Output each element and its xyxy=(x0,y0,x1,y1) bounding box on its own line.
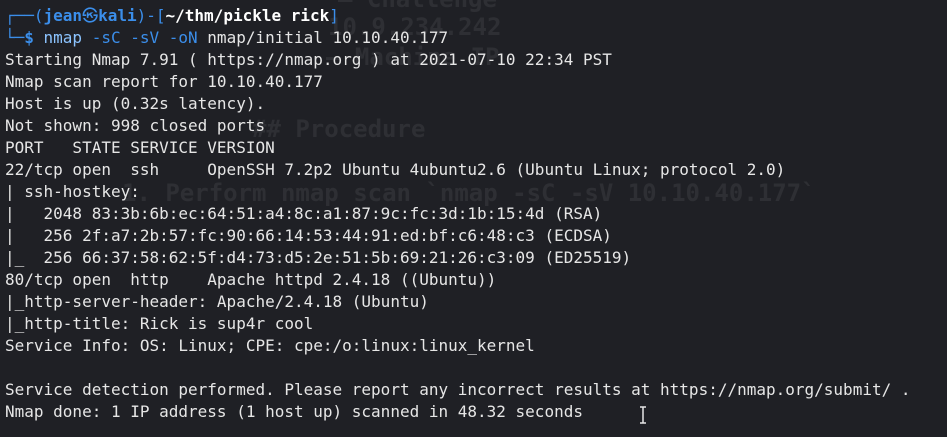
prompt-dollar: $ xyxy=(24,28,44,47)
command-args: nmap/initial 10.10.40.177 xyxy=(207,28,449,47)
output-line: |_http-title: Rick is sup4r cool xyxy=(5,314,314,333)
prompt-frame: └─ xyxy=(5,28,25,47)
output-line: 80/tcp open http Apache httpd 2.4.18 ((U… xyxy=(5,270,497,289)
prompt-frame: ┌──( xyxy=(5,6,44,25)
command-name: nmap xyxy=(43,28,83,47)
output-line: | ssh-hostkey: xyxy=(5,182,140,201)
output-line: PORT STATE SERVICE VERSION xyxy=(5,138,275,157)
output-line: |_http-server-header: Apache/2.4.18 (Ubu… xyxy=(5,292,429,311)
prompt-line-top: ┌──(jean㉿kali)-[~/thm/pickle rick] xyxy=(5,5,947,27)
output-line: Starting Nmap 7.91 ( https://nmap.org ) … xyxy=(5,50,612,69)
text-cursor-icon xyxy=(640,406,646,424)
output-line: | 2048 83:3b:6b:ec:64:51:a4:8c:a1:87:9c:… xyxy=(5,204,603,223)
prompt-frame: ] xyxy=(329,6,339,25)
output-line: 22/tcp open ssh OpenSSH 7.2p2 Ubuntu 4ub… xyxy=(5,160,786,179)
prompt-path: ~/thm/pickle rick xyxy=(165,6,330,25)
output-line: Nmap done: 1 IP address (1 host up) scan… xyxy=(5,402,583,421)
command-flags: -sC -sV -oN xyxy=(82,28,208,47)
prompt-line-command: └─$ nmap -sC -sV -oN nmap/initial 10.10.… xyxy=(5,27,947,49)
prompt-host: kali xyxy=(98,6,137,25)
terminal-output[interactable]: ┌──(jean㉿kali)-[~/thm/pickle rick] └─$ n… xyxy=(5,5,947,423)
terminal-window[interactable]: — Challenge 10.9.234.242 — Machine IP ##… xyxy=(0,0,947,437)
output-line: Nmap scan report for 10.10.40.177 xyxy=(5,72,323,91)
prompt-user: jean xyxy=(43,6,83,25)
output-line: |_ 256 66:37:58:62:5f:d4:73:d5:2e:51:5b:… xyxy=(5,248,632,267)
output-line: Not shown: 998 closed ports xyxy=(5,116,266,135)
output-line: Service Info: OS: Linux; CPE: cpe:/o:lin… xyxy=(5,336,535,355)
output-line: | 256 2f:a7:2b:57:fc:90:66:14:53:44:91:e… xyxy=(5,226,612,245)
output-line: Service detection performed. Please repo… xyxy=(5,380,911,399)
prompt-frame: )-[ xyxy=(136,6,166,25)
prompt-at: ㉿ xyxy=(82,6,99,25)
output-line: Host is up (0.32s latency). xyxy=(5,94,266,113)
